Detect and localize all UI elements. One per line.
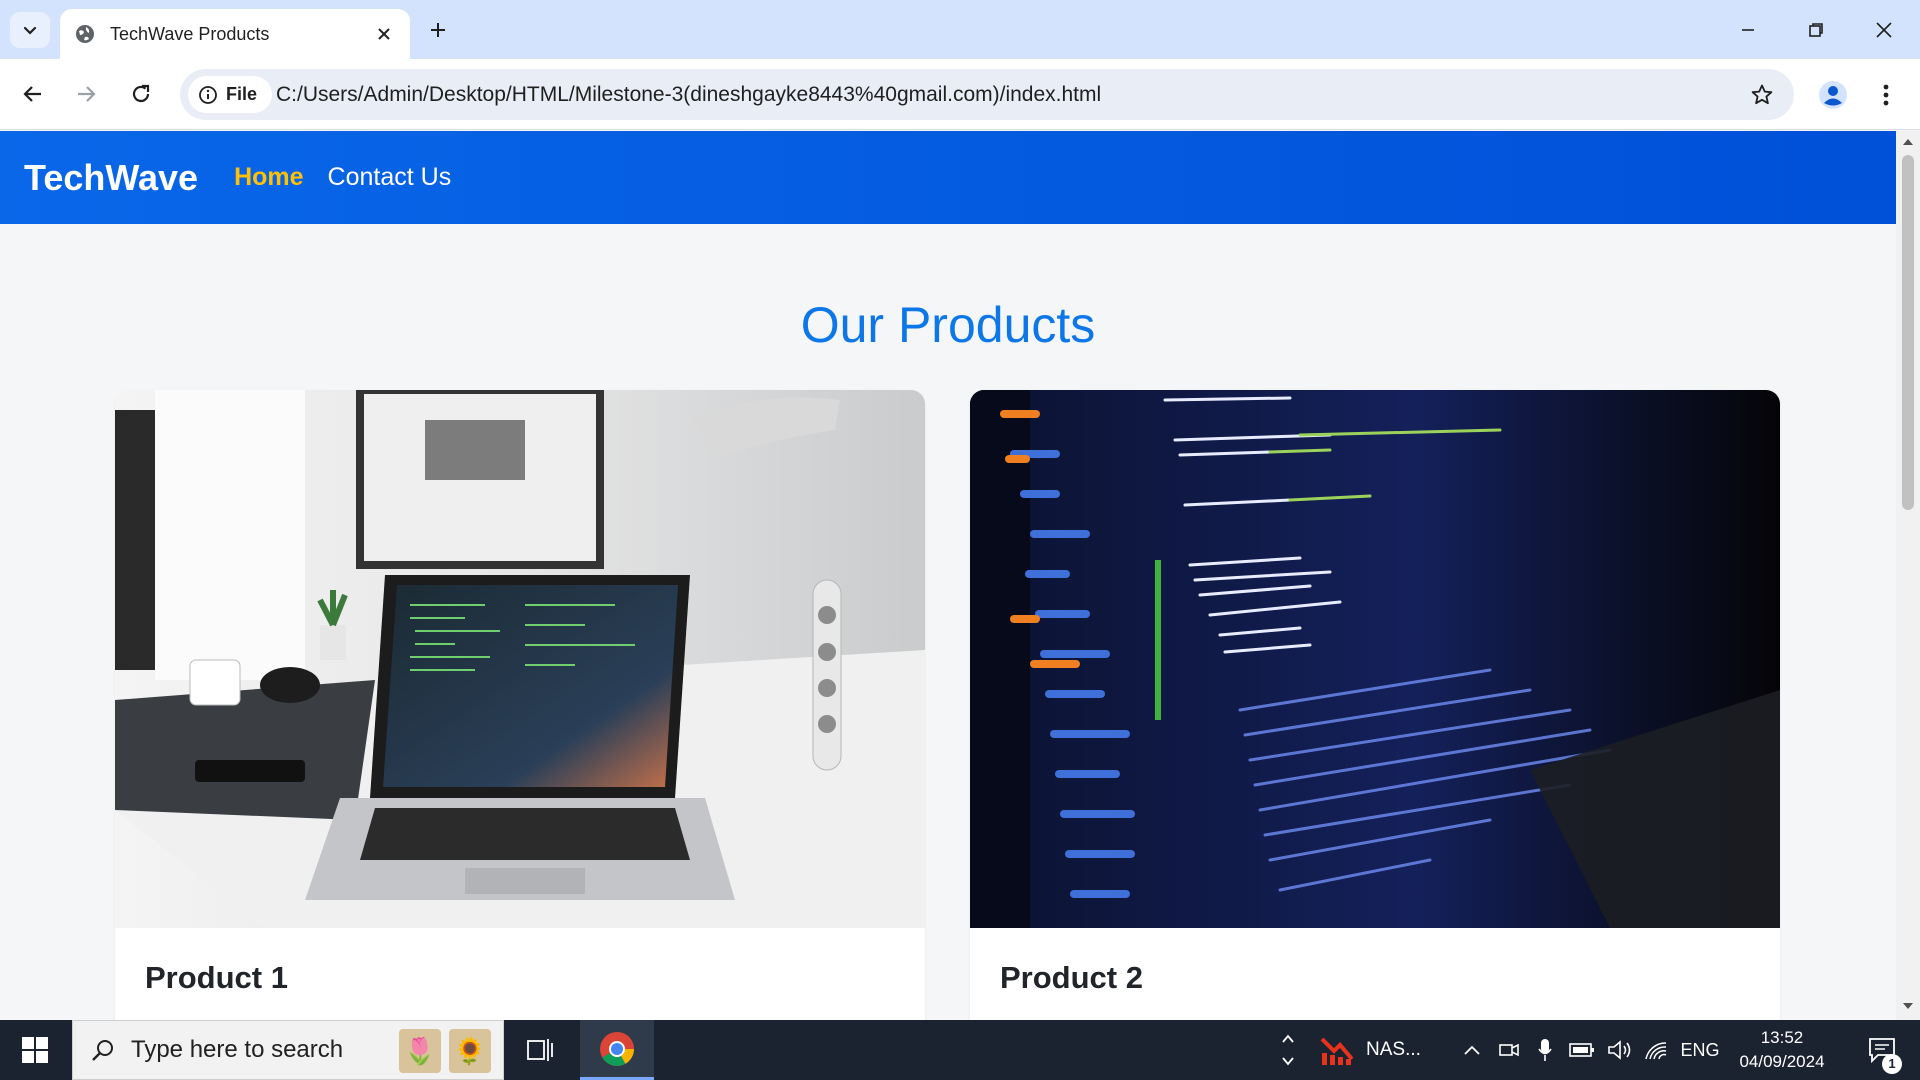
scroll-down-icon[interactable] (1902, 1001, 1914, 1011)
product-card[interactable]: Product 2 (970, 390, 1780, 1020)
notification-badge: 1 (1882, 1054, 1902, 1074)
search-placeholder: Type here to search (131, 1036, 344, 1063)
clock-time: 13:52 (1760, 1028, 1804, 1047)
browser-toolbar: File C:/Users/Admin/Desktop/HTML/Milesto… (0, 59, 1920, 130)
forward-button[interactable] (68, 76, 104, 112)
stock-chart-icon (1320, 1037, 1354, 1065)
back-button[interactable] (15, 76, 51, 112)
globe-icon (76, 25, 94, 43)
search-icon (92, 1040, 113, 1061)
star-icon (1751, 84, 1773, 105)
minimize-icon (1742, 28, 1754, 31)
avatar-icon (1819, 81, 1847, 109)
product-title: Product 2 (1000, 960, 1143, 995)
browser-tab[interactable]: TechWave Products (60, 9, 410, 59)
app-label: NAS... (1366, 1039, 1421, 1060)
taskbar: Type here to search 🌷 🌻 NAS... ENG 13:52… (0, 1020, 1920, 1080)
camera-icon (1499, 1043, 1519, 1057)
page-scrollbar[interactable] (1896, 131, 1920, 1020)
product-image-laptop (115, 390, 925, 928)
close-icon (1876, 21, 1892, 38)
minimize-button[interactable] (1714, 0, 1782, 59)
tab-search-button[interactable] (10, 12, 50, 48)
chevron-down-icon (23, 26, 37, 35)
volume-button[interactable] (1606, 1020, 1634, 1080)
reload-button[interactable] (123, 76, 159, 112)
task-view-button[interactable] (512, 1020, 568, 1080)
chip-label: File (226, 84, 258, 104)
search-highlight: 🌷 🌻 (399, 1029, 491, 1073)
info-icon (199, 85, 217, 104)
chevron-up-icon (1464, 1045, 1480, 1055)
plus-icon (431, 23, 445, 37)
speaker-icon (1608, 1040, 1631, 1060)
clock-date: 04/09/2024 (1739, 1052, 1825, 1071)
tray-expand-button[interactable] (1460, 1020, 1484, 1080)
close-icon (378, 28, 390, 40)
taskbar-app-nas[interactable]: NAS... (1320, 1020, 1432, 1080)
product-image-code (970, 390, 1780, 928)
start-button[interactable] (0, 1020, 70, 1080)
microphone-icon (1538, 1039, 1552, 1061)
flower-stamp-icon: 🌷 (399, 1029, 441, 1073)
meet-now-button[interactable] (1496, 1020, 1522, 1080)
chrome-icon (600, 1031, 634, 1066)
product-card[interactable]: Product 1 (115, 390, 925, 1020)
page-viewport: TechWave Home Contact Us Our Products Pr… (0, 131, 1896, 1020)
task-view-icon (527, 1039, 553, 1061)
sunflower-stamp-icon: 🌻 (449, 1029, 491, 1073)
taskbar-search[interactable]: Type here to search 🌷 🌻 (72, 1020, 504, 1080)
battery-icon (1569, 1043, 1594, 1057)
wifi-icon (1645, 1042, 1667, 1060)
browser-tabstrip: TechWave Products (0, 0, 1920, 59)
url-text[interactable]: C:/Users/Admin/Desktop/HTML/Milestone-3(… (276, 69, 1101, 120)
updown-chevron-icon (1282, 1034, 1294, 1066)
nav-link-contact[interactable]: Contact Us (328, 163, 452, 192)
windows-icon (22, 1037, 48, 1063)
scrollbar-thumb[interactable] (1902, 155, 1914, 510)
bookmark-button[interactable] (1746, 79, 1778, 111)
notification-center-button[interactable]: 1 (1852, 1020, 1912, 1080)
restore-button[interactable] (1782, 0, 1850, 59)
kebab-menu-icon (1883, 84, 1889, 106)
taskbar-clock[interactable]: 13:52 04/09/2024 (1712, 1026, 1852, 1074)
site-info-chip[interactable]: File (188, 76, 272, 113)
close-window-button[interactable] (1850, 0, 1918, 59)
tab-close-button[interactable] (372, 22, 396, 46)
nav-link-home[interactable]: Home (234, 163, 303, 192)
tab-title: TechWave Products (110, 23, 270, 44)
taskbar-overflow[interactable] (1276, 1020, 1300, 1080)
scroll-up-icon[interactable] (1902, 137, 1914, 147)
new-tab-button[interactable] (422, 14, 454, 46)
restore-icon (1809, 22, 1823, 37)
network-button[interactable] (1642, 1020, 1670, 1080)
arrow-left-icon (23, 86, 41, 102)
taskbar-chrome[interactable] (580, 1020, 654, 1080)
profile-button[interactable] (1814, 76, 1852, 114)
page-title: Our Products (800, 297, 1096, 353)
reload-icon (132, 84, 150, 103)
microphone-button[interactable] (1532, 1020, 1558, 1080)
address-bar[interactable]: File C:/Users/Admin/Desktop/HTML/Milesto… (180, 69, 1794, 120)
arrow-right-icon (78, 86, 96, 102)
site-brand[interactable]: TechWave (24, 157, 198, 199)
site-navbar: TechWave Home Contact Us (0, 131, 1896, 224)
browser-menu-button[interactable] (1870, 76, 1902, 114)
product-title: Product 1 (145, 960, 288, 995)
battery-indicator[interactable] (1568, 1020, 1596, 1080)
